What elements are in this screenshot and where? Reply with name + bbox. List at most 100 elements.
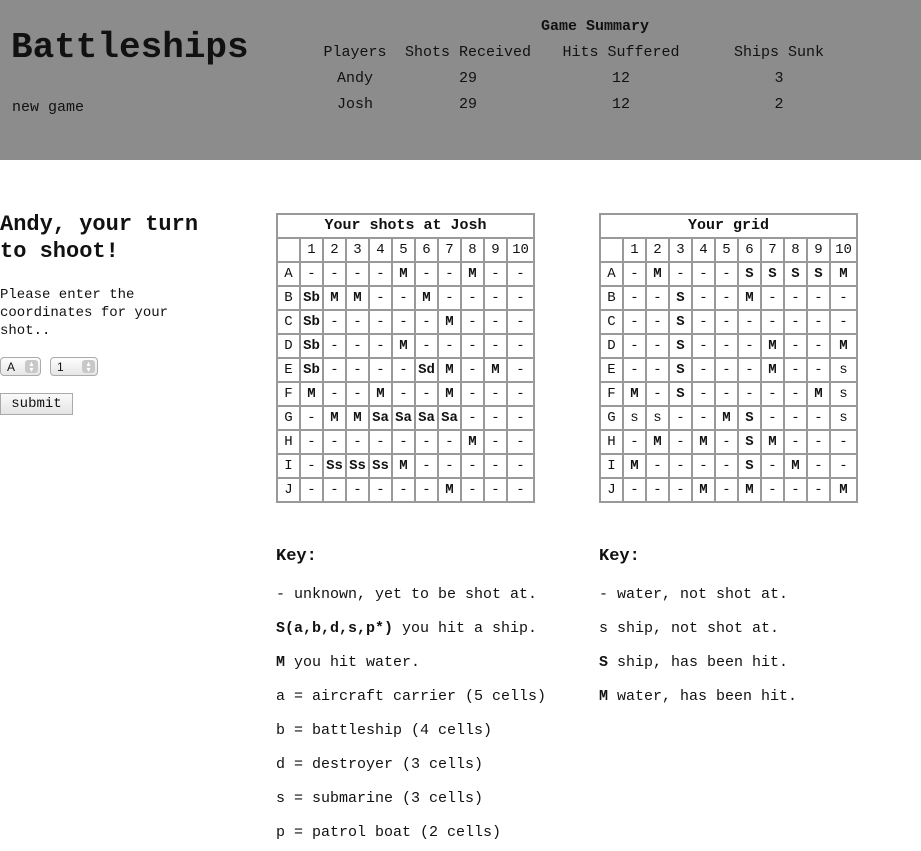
column-select[interactable]: 1 ▴ ▾	[50, 357, 98, 376]
shot-cell: -	[414, 453, 439, 479]
grid-cell: -	[645, 381, 670, 407]
shot-cell: -	[506, 381, 535, 407]
shot-cell: Sa	[437, 405, 462, 431]
row-header: E	[599, 357, 624, 383]
key-text: you hit a ship.	[393, 620, 538, 637]
grid-cell: M	[645, 261, 670, 287]
grid-cell: -	[668, 405, 693, 431]
column-header: 6	[414, 237, 439, 263]
row-header: H	[276, 429, 301, 455]
key-title-shots: Key:	[276, 547, 317, 566]
up-down-arrows-icon: ▴ ▾	[25, 360, 38, 374]
shot-cell: -	[483, 261, 508, 287]
grid-cell: -	[806, 453, 831, 479]
grid-cell: -	[668, 453, 693, 479]
grid-cell: M	[760, 357, 785, 383]
row-header: A	[599, 261, 624, 287]
grid-cell: M	[806, 381, 831, 407]
row-header: H	[599, 429, 624, 455]
grid-row: H-M-M-SM---	[599, 429, 858, 455]
shot-cell: -	[322, 429, 347, 455]
turn-heading: Andy, your turn to shoot!	[0, 211, 198, 265]
key-symbol: S	[599, 654, 609, 671]
grid-cell: -	[760, 381, 785, 407]
shot-cell: -	[345, 261, 370, 287]
shot-cell: Sd	[414, 357, 439, 383]
grid-cell: -	[783, 285, 808, 311]
key-text: a = aircraft carrier (5 cells)	[276, 688, 547, 705]
grid-cell: -	[760, 477, 785, 503]
column-header: 10	[506, 237, 535, 263]
shot-cell: M	[460, 261, 485, 287]
column-header: 4	[368, 237, 393, 263]
grid-cell: -	[668, 261, 693, 287]
shot-cell: -	[414, 381, 439, 407]
shot-cell: -	[460, 405, 485, 431]
shot-cell: Sa	[391, 405, 416, 431]
grid-row: B Sb M M - - M - - - -	[276, 285, 535, 311]
grid-cell: S	[760, 261, 785, 287]
column-header: 5	[391, 237, 416, 263]
grid-cell: S	[668, 309, 693, 335]
grid-cell: M	[714, 405, 739, 431]
submit-button[interactable]: submit	[0, 393, 73, 415]
shot-cell: -	[483, 477, 508, 503]
grid-cell: -	[783, 333, 808, 359]
shot-cell: -	[483, 333, 508, 359]
grid-cell: M	[829, 333, 858, 359]
row-header: J	[599, 477, 624, 503]
key-item: b = battleship (4 cells)	[276, 722, 492, 739]
key-text: s ship, not shot at.	[599, 620, 780, 637]
grid-corner	[599, 237, 624, 263]
grid-cell: -	[737, 309, 762, 335]
grid-cell: s	[645, 405, 670, 431]
shot-cell: -	[414, 429, 439, 455]
shots-received: 29	[458, 96, 477, 113]
row-header: C	[599, 309, 624, 335]
grid-cell: M	[691, 429, 716, 455]
key-item: s = submarine (3 cells)	[276, 790, 483, 807]
shot-cell: Ss	[345, 453, 370, 479]
shot-cell: -	[299, 453, 324, 479]
shot-cell: -	[322, 309, 347, 335]
key-text: s = submarine (3 cells)	[276, 790, 484, 807]
grid-row: IM----S-M--	[599, 453, 858, 479]
grid-cell: M	[645, 429, 670, 455]
column-header: 9	[483, 237, 508, 263]
row-header: A	[276, 261, 301, 287]
shot-cell: -	[391, 381, 416, 407]
shot-cell: M	[391, 453, 416, 479]
shot-cell: -	[299, 405, 324, 431]
own-grid: Your grid 1 2 3 4 5 6 7 8 9 10 A - M - - - S S S S M B - - S - - M - -…	[599, 213, 858, 503]
key-item: s ship, not shot at.	[599, 620, 779, 637]
grid-corner	[276, 237, 301, 263]
shot-cell: -	[437, 429, 462, 455]
shot-cell: -	[506, 477, 535, 503]
grid-row: A----M--M--	[276, 261, 535, 287]
shot-cell: Sb	[299, 285, 324, 311]
row-header: E	[276, 357, 301, 383]
grid-cell: M	[760, 333, 785, 359]
shot-cell: -	[368, 261, 393, 287]
grid-cell: -	[691, 261, 716, 287]
grid-cell: -	[691, 357, 716, 383]
app-title: Battleships	[11, 27, 249, 68]
grid-cell: -	[622, 285, 647, 311]
row-select[interactable]: A ▴ ▾	[0, 357, 41, 376]
shot-cell: Sa	[414, 405, 439, 431]
grid-cell: -	[645, 285, 670, 311]
grid-cell: S	[806, 261, 831, 287]
grid-cell: -	[714, 333, 739, 359]
shot-cell: -	[368, 429, 393, 455]
grid-cell: M	[783, 453, 808, 479]
grid-cell: -	[806, 357, 831, 383]
grid-cell: -	[714, 357, 739, 383]
shot-cell: -	[483, 309, 508, 335]
grid-cell: -	[668, 429, 693, 455]
grid-cell: -	[760, 405, 785, 431]
grid-caption: Your grid	[599, 213, 858, 239]
shot-cell: -	[460, 309, 485, 335]
new-game-link[interactable]: new game	[12, 99, 84, 116]
grid-cell: -	[645, 477, 670, 503]
grid-cell: -	[622, 477, 647, 503]
